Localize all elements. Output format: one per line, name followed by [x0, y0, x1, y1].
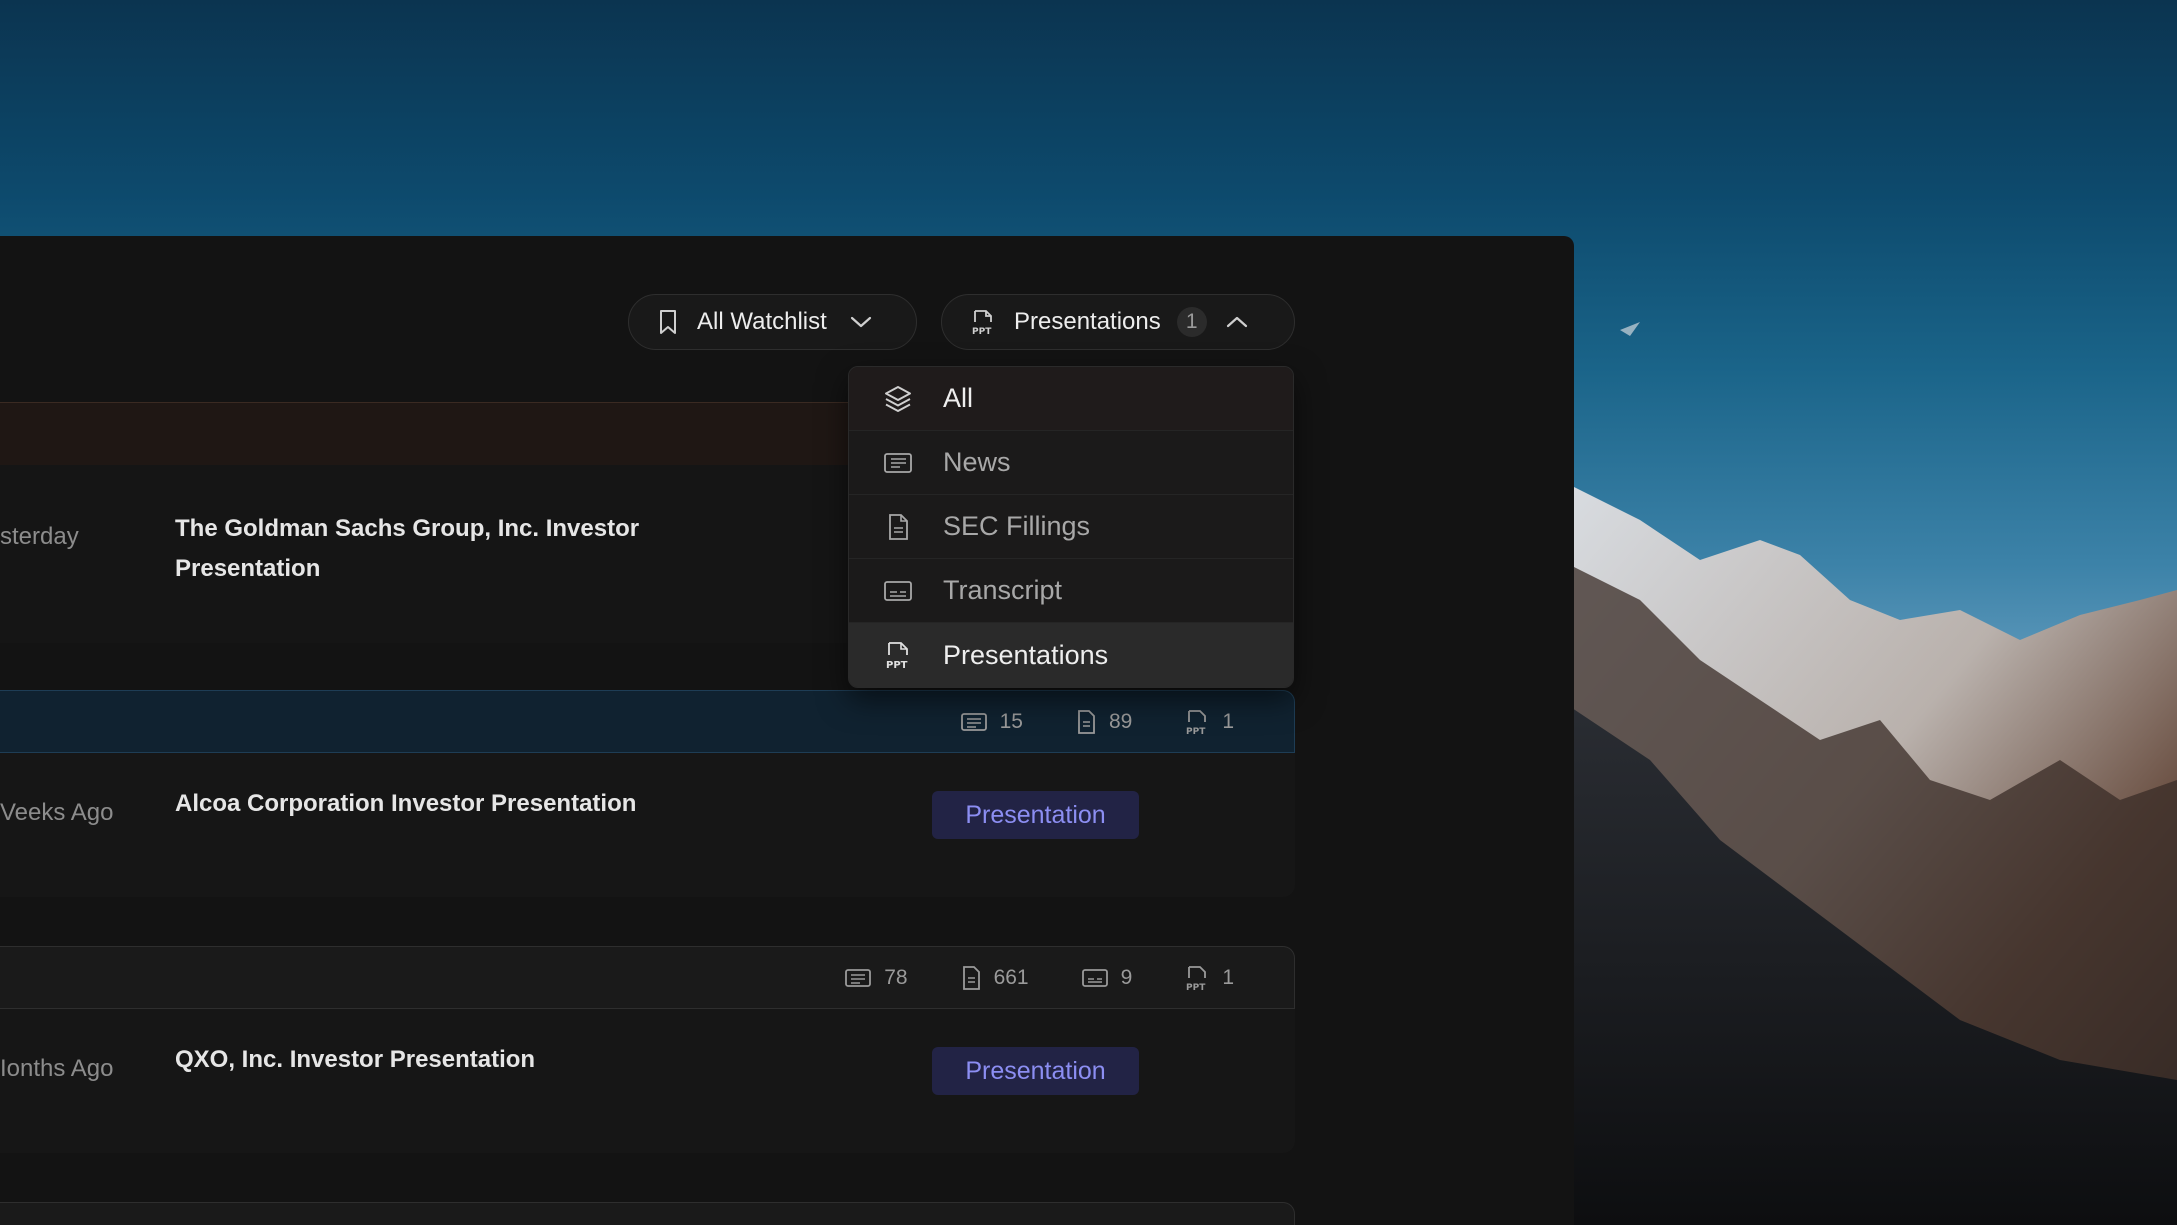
news-count: 78 — [844, 965, 908, 990]
svg-text:PPT: PPT — [1186, 983, 1206, 992]
feed-card — [0, 1202, 1295, 1225]
news-count: 15 — [960, 710, 1023, 734]
svg-text:PPT: PPT — [886, 660, 908, 670]
card-header: 78 661 9 PPT 1 — [0, 946, 1295, 1009]
filings-count: 661 — [960, 965, 1029, 991]
ppt-icon: PPT — [972, 310, 992, 336]
dropdown-item-label: News — [943, 447, 1011, 477]
ppt-icon: PPT — [1186, 709, 1207, 736]
layers-icon — [885, 385, 911, 412]
dropdown-item-news[interactable]: News — [849, 431, 1293, 495]
presentations-count-value: 1 — [1222, 709, 1234, 733]
document-icon — [962, 965, 980, 990]
presentations-count: PPT 1 — [1184, 708, 1234, 736]
document-icon — [1078, 709, 1095, 734]
ppt-icon: PPT — [1186, 965, 1207, 992]
dropdown-item-label: Transcript — [943, 575, 1063, 605]
newspaper-icon — [845, 968, 872, 987]
app-window: All Watchlist PPT Presentations 1 sterda… — [0, 236, 1574, 1225]
newspaper-icon — [960, 712, 987, 731]
feed-card: 78 661 9 PPT 1 Ionths Ago QXO, Inc. Inve… — [0, 946, 1295, 1153]
subtitles-icon — [1081, 968, 1108, 987]
dropdown-item-presentations[interactable]: PPT Presentations — [849, 623, 1293, 687]
chevron-up-icon — [1226, 316, 1247, 328]
presentation-tag[interactable]: Presentation — [932, 1047, 1139, 1095]
row-time: Ionths Ago — [0, 1055, 114, 1082]
filings-count: 89 — [1075, 709, 1132, 735]
dropdown-item-sec-filings[interactable]: SEC Fillings — [849, 495, 1293, 559]
type-filter-count-badge: 1 — [1176, 307, 1207, 337]
dropdown-item-all[interactable]: All — [849, 367, 1293, 431]
watchlist-filter-button[interactable]: All Watchlist — [628, 294, 917, 350]
row-time: Veeks Ago — [0, 799, 114, 826]
row-title[interactable]: QXO, Inc. Investor Presentation — [175, 1040, 695, 1080]
chevron-down-icon — [850, 316, 871, 328]
presentation-tag[interactable]: Presentation — [932, 791, 1139, 839]
dropdown-item-label: All — [943, 383, 974, 413]
transcripts-count: 9 — [1081, 965, 1133, 990]
dropdown-item-label: SEC Fillings — [943, 511, 1091, 541]
dropdown-item-label: Presentations — [943, 639, 1109, 670]
row-title[interactable]: The Goldman Sachs Group, Inc. Investor P… — [175, 509, 695, 589]
card-header: 15 89 PPT 1 — [0, 690, 1295, 753]
newspaper-icon — [884, 452, 912, 473]
type-filter-label: Presentations — [1014, 308, 1161, 335]
document-icon — [889, 513, 908, 540]
transcripts-count-value: 9 — [1120, 965, 1133, 989]
presentations-count-value: 1 — [1222, 965, 1234, 989]
news-count-value: 78 — [884, 965, 908, 989]
bookmark-icon — [660, 310, 676, 334]
filings-count-value: 89 — [1108, 709, 1133, 733]
presentations-count: PPT 1 — [1184, 964, 1234, 992]
row-time: sterday — [0, 523, 79, 550]
watchlist-filter-label: All Watchlist — [697, 308, 827, 335]
dropdown-item-transcript[interactable]: Transcript — [849, 559, 1293, 623]
feed-card: 15 89 PPT 1 Veeks Ago Alcoa Corporation … — [0, 690, 1295, 897]
news-count-value: 15 — [999, 709, 1023, 733]
type-filter-button[interactable]: PPT Presentations 1 — [941, 294, 1295, 350]
card-header — [0, 1202, 1295, 1225]
filings-count-value: 661 — [993, 965, 1029, 989]
ppt-icon: PPT — [886, 642, 908, 670]
type-filter-dropdown: All News SEC Fillings Transcript PPT Pre… — [848, 366, 1294, 688]
row-title[interactable]: Alcoa Corporation Investor Presentation — [175, 784, 695, 824]
svg-text:PPT: PPT — [972, 327, 992, 336]
svg-text:PPT: PPT — [1186, 727, 1206, 736]
subtitles-icon — [884, 580, 912, 601]
